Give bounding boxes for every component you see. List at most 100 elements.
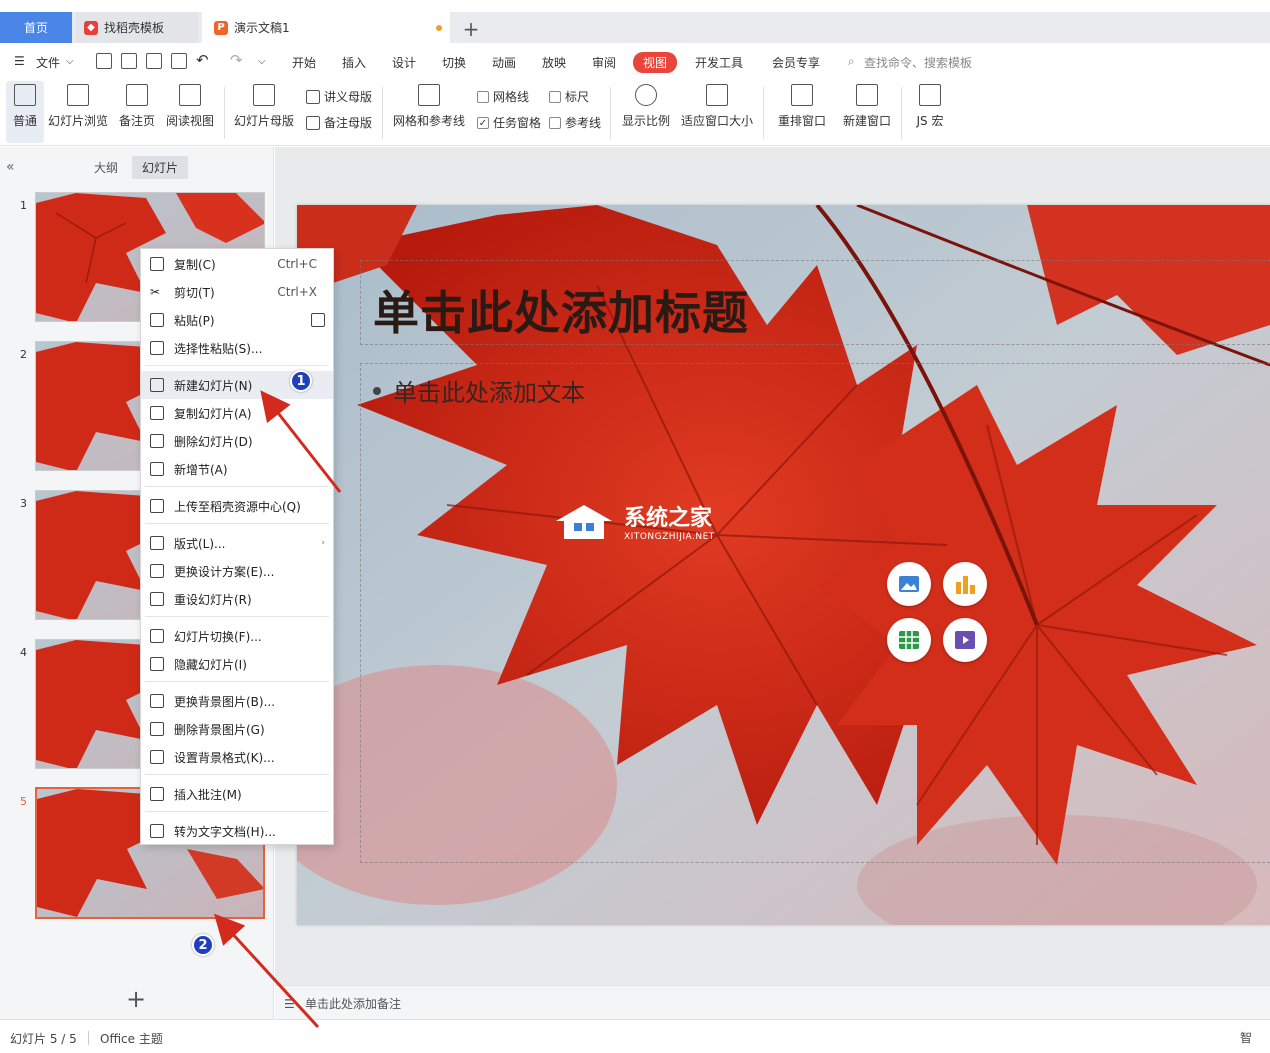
command-search-input[interactable]: 查找命令、搜索模板 (864, 54, 972, 71)
hamburger-icon[interactable]: ☰ (14, 54, 25, 68)
handout-master-button[interactable]: 讲义母版 (306, 88, 372, 105)
insert-picture-button[interactable] (887, 562, 931, 606)
menu-transition[interactable]: 切换 (442, 54, 466, 71)
gridlines-check-icon (477, 90, 489, 103)
grid-guides-button[interactable]: 网格和参考线 (391, 81, 467, 143)
slide-number: 1 (20, 199, 27, 212)
menu-item-convert-to-document[interactable]: 转为文字文档(H)... (141, 817, 333, 845)
js-macro-button[interactable]: JS 宏 (909, 81, 951, 143)
menu-review[interactable]: 审阅 (592, 54, 616, 71)
redo-icon[interactable]: ↷ (230, 51, 243, 69)
arrange-windows-label: 重排窗口 (777, 114, 826, 128)
undo-icon[interactable]: ↶ (196, 51, 209, 69)
menu-item-delete-slide[interactable]: 删除幻灯片(D) (141, 427, 333, 455)
theme-name[interactable]: Office 主题 (100, 1030, 163, 1047)
menu-item-new-section[interactable]: 新增节(A) (141, 455, 333, 483)
add-slide-button[interactable]: + (126, 985, 146, 1013)
menu-item-shortcut: Ctrl+C (277, 257, 317, 271)
ribbon-divider (901, 87, 902, 139)
menu-item-duplicate-slide[interactable]: 复制幻灯片(A) (141, 399, 333, 427)
tab-home[interactable]: 首页 (0, 12, 72, 43)
menu-divider (145, 616, 329, 617)
save-icon[interactable] (96, 53, 112, 69)
tab-document[interactable]: P 演示文稿1 (202, 12, 450, 43)
menu-item-reset-slide[interactable]: 重设幻灯片(R) (141, 585, 333, 613)
notes-placeholder[interactable]: 单击此处添加备注 (305, 995, 401, 1012)
tab-slides[interactable]: 幻灯片 (132, 156, 189, 179)
fit-window-button[interactable]: 适应窗口大小 (680, 81, 754, 143)
insert-chart-button[interactable] (943, 562, 987, 606)
menu-bar: ☰ 文件 ⌵ ↶ ↷ ⌵ 开始 插入 设计 切换 动画 放映 审阅 视图 开发工… (0, 43, 1270, 81)
new-tab-button[interactable]: + (460, 17, 482, 41)
menu-item-hide-slide[interactable]: 隐藏幻灯片(I) (141, 650, 333, 678)
tab-outline[interactable]: 大纲 (94, 159, 118, 176)
paste-options-icon[interactable] (311, 313, 325, 327)
tab-template[interactable]: ◆ 找稻壳模板 (76, 12, 198, 43)
slide-browse-button[interactable]: 幻灯片浏览 (47, 81, 109, 143)
chevron-down-icon[interactable]: ⌵ (66, 56, 74, 67)
menu-view[interactable]: 视图 (633, 52, 678, 73)
menu-item-change-design[interactable]: 更换设计方案(E)... (141, 557, 333, 585)
collapse-panel-icon[interactable]: « (6, 159, 15, 175)
menu-file[interactable]: 文件 (36, 54, 60, 71)
zoom-button[interactable]: 显示比例 (620, 81, 672, 143)
menu-item-change-background[interactable]: 更换背景图片(B)... (141, 687, 333, 715)
notes-bar[interactable]: ☰ 单击此处添加备注 (275, 985, 1270, 1019)
menu-slideshow[interactable]: 放映 (542, 54, 566, 71)
menu-item-format-background[interactable]: 设置背景格式(K)... (141, 743, 333, 771)
export-pdf-icon[interactable] (121, 53, 137, 69)
body-placeholder-box[interactable] (360, 363, 1270, 863)
grid-guides-label: 网格和参考线 (392, 114, 465, 128)
new-window-button[interactable]: 新建窗口 (841, 81, 893, 143)
menu-item-label: 转为文字文档(H)... (174, 824, 276, 839)
menu-developer[interactable]: 开发工具 (695, 54, 743, 71)
menu-item-label: 上传至稻壳资源中心(Q) (174, 499, 301, 514)
menu-divider (145, 681, 329, 682)
task-pane-check-icon: ✓ (477, 116, 489, 129)
menu-item-insert-comment[interactable]: 插入批注(M) (141, 780, 333, 808)
slide-canvas[interactable]: 单击此处添加标题 单击此处添加文本 系统之家 XITONGZHIJIA.NET (297, 205, 1270, 925)
ribbon-divider (610, 87, 611, 139)
menu-item-layout[interactable]: 版式(L)... › (141, 529, 333, 557)
menu-divider (145, 774, 329, 775)
menu-design[interactable]: 设计 (392, 54, 416, 71)
menu-start[interactable]: 开始 (292, 54, 316, 71)
notes-master-button[interactable]: 备注母版 (306, 114, 372, 131)
arrange-windows-button[interactable]: 重排窗口 (772, 81, 832, 143)
slide-title-placeholder[interactable]: 单击此处添加标题 (373, 277, 749, 343)
ruler-checkbox[interactable]: 标尺 (549, 88, 589, 105)
print-icon[interactable] (146, 53, 162, 69)
smart-beautify-button[interactable]: 智 (1240, 1029, 1252, 1046)
menu-item-paste[interactable]: 粘贴(P) (141, 306, 333, 334)
menu-member[interactable]: 会员专享 (772, 54, 820, 71)
customize-icon[interactable]: ⌵ (258, 56, 266, 67)
menu-item-copy[interactable]: 复制(C) Ctrl+C (141, 250, 333, 278)
house-logo-icon (556, 505, 612, 539)
gridlines-checkbox[interactable]: 网格线 (477, 88, 529, 105)
slide-master-button[interactable]: 幻灯片母版 (232, 81, 296, 143)
menu-item-delete-background[interactable]: 删除背景图片(G) (141, 715, 333, 743)
reading-view-button[interactable]: 阅读视图 (164, 81, 216, 143)
insert-video-button[interactable] (943, 618, 987, 662)
menu-item-paste-special[interactable]: 选择性粘贴(S)... (141, 334, 333, 362)
js-macro-icon (919, 84, 941, 106)
js-macro-label: JS 宏 (916, 114, 944, 128)
insert-table-button[interactable] (887, 618, 931, 662)
notes-page-button[interactable]: 备注页 (116, 81, 158, 143)
search-icon[interactable]: ⌕ (848, 54, 855, 69)
slide-body-placeholder[interactable]: 单击此处添加文本 (373, 373, 585, 408)
menu-item-label: 粘贴(P) (174, 313, 215, 328)
menu-item-slide-transition[interactable]: 幻灯片切换(F)... (141, 622, 333, 650)
menu-item-cut[interactable]: ✂ 剪切(T) Ctrl+X (141, 278, 333, 306)
menu-insert[interactable]: 插入 (342, 54, 366, 71)
print-preview-icon[interactable] (171, 53, 187, 69)
menu-animation[interactable]: 动画 (492, 54, 516, 71)
menu-item-label: 删除幻灯片(D) (174, 434, 253, 449)
menu-item-label: 新增节(A) (174, 462, 228, 477)
normal-view-button[interactable]: 普通 (6, 81, 44, 143)
guides-checkbox[interactable]: 参考线 (549, 114, 601, 131)
menu-item-shortcut: Ctrl+X (277, 285, 317, 299)
menu-item-upload[interactable]: 上传至稻壳资源中心(Q) (141, 492, 333, 520)
tab-template-label: 找稻壳模板 (104, 21, 165, 35)
task-pane-checkbox[interactable]: ✓ 任务窗格 (477, 114, 541, 131)
